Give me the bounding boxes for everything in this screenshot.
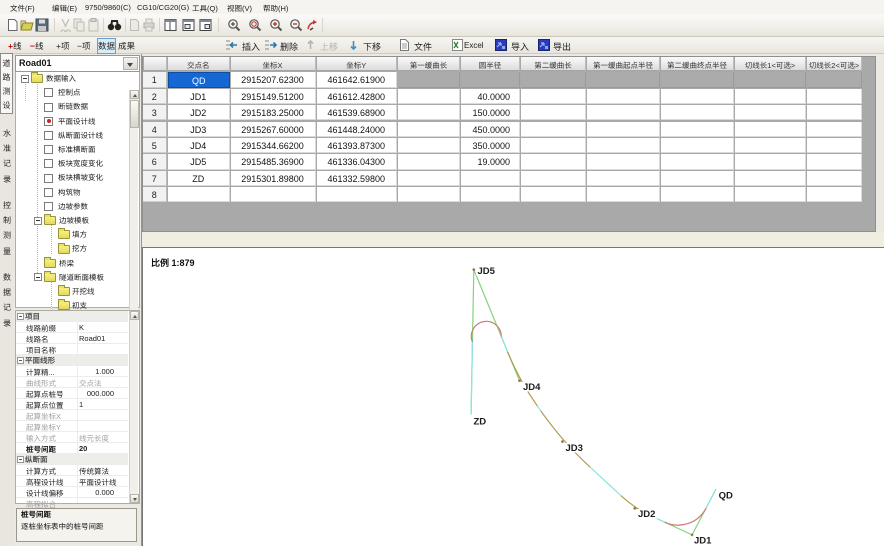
svg-text:JD5: JD5 bbox=[478, 266, 496, 277]
svg-text:QD: QD bbox=[719, 491, 733, 502]
svg-text:ZD: ZD bbox=[474, 417, 487, 428]
svg-text:JD2: JD2 bbox=[638, 509, 655, 520]
svg-text:JD4: JD4 bbox=[523, 382, 541, 393]
svg-text:JD3: JD3 bbox=[566, 443, 583, 454]
svg-text:JD1: JD1 bbox=[694, 536, 712, 546]
